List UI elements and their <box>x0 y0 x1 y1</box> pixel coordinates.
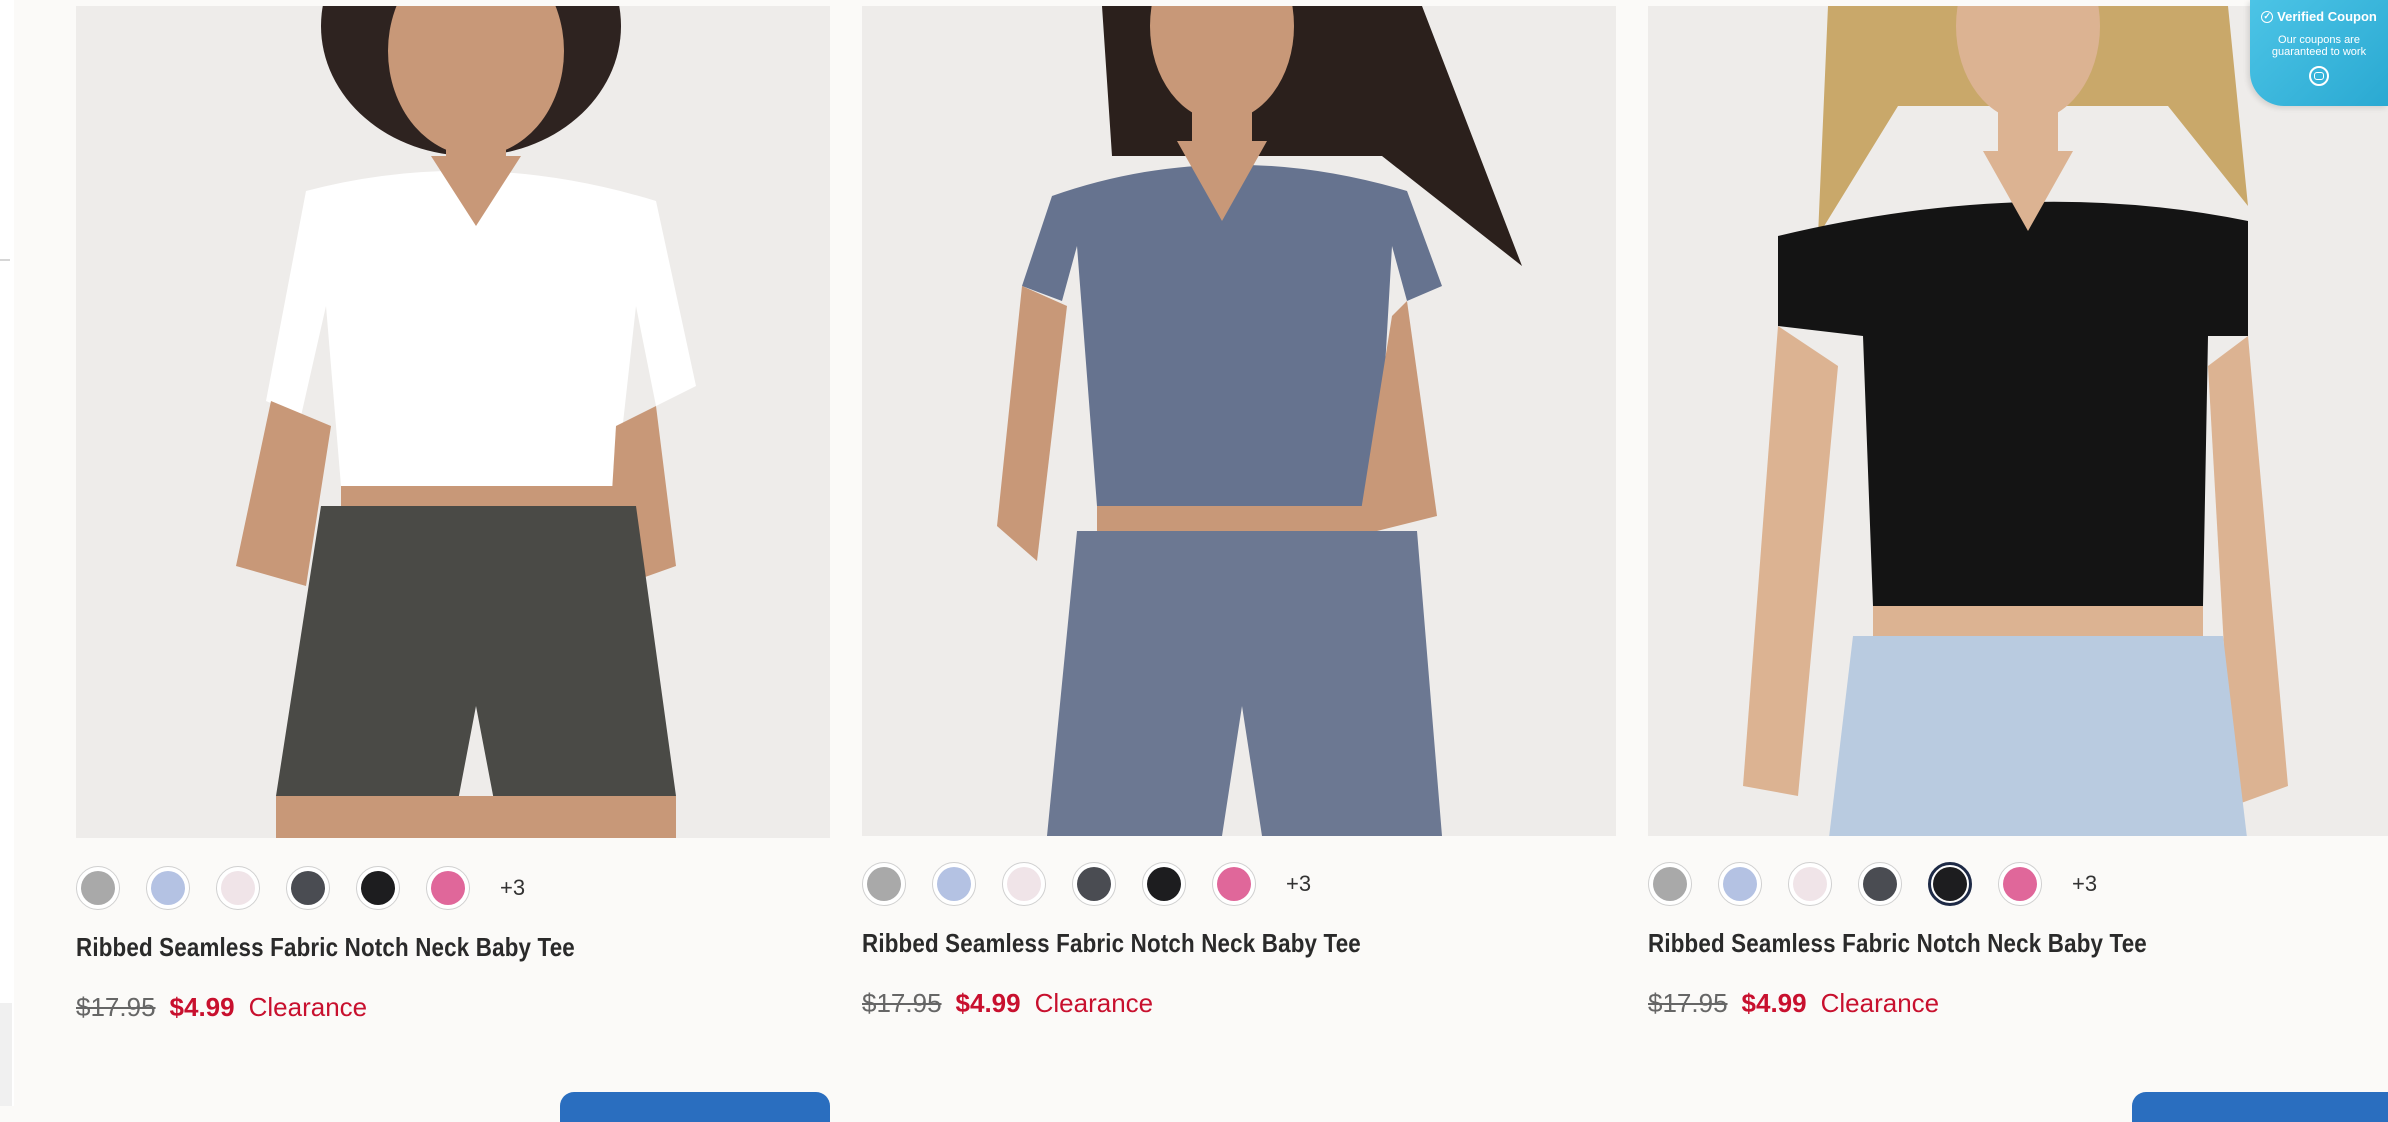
sale-price: $4.99 <box>169 992 235 1022</box>
add-to-bag-button[interactable] <box>560 1092 830 1122</box>
swatch-charcoal[interactable] <box>1858 862 1902 906</box>
edge-panel <box>0 1003 12 1106</box>
product-name[interactable]: Ribbed Seamless Fabric Notch Neck Baby T… <box>862 928 1361 959</box>
color-swatches: +3 <box>862 860 1311 908</box>
product-card[interactable]: +3 Ribbed Seamless Fabric Notch Neck Bab… <box>76 0 830 1122</box>
sale-price: $4.99 <box>955 988 1021 1018</box>
swatch-light-pink[interactable] <box>216 866 260 910</box>
swatch-black-selected[interactable] <box>1928 862 1972 906</box>
swatch-charcoal[interactable] <box>1072 862 1116 906</box>
product-card[interactable]: +3 Ribbed Seamless Fabric Notch Neck Bab… <box>862 0 1616 1106</box>
color-swatches: +3 <box>1648 860 2097 908</box>
clearance-tag: Clearance <box>1820 988 1940 1018</box>
product-image[interactable] <box>76 6 830 838</box>
swatch-gray[interactable] <box>1648 862 1692 906</box>
check-circle-icon: ✓ <box>2261 10 2274 23</box>
swatch-black[interactable] <box>356 866 400 910</box>
more-colors-link[interactable]: +3 <box>1286 871 1311 897</box>
swatch-gray[interactable] <box>76 866 120 910</box>
swatch-black[interactable] <box>1142 862 1186 906</box>
color-swatches: +3 <box>76 864 525 912</box>
chat-icon[interactable] <box>2309 66 2329 86</box>
clearance-tag: Clearance <box>248 992 368 1022</box>
original-price: $17.95 <box>76 992 156 1022</box>
clearance-tag: Clearance <box>1034 988 1154 1018</box>
swatch-pink[interactable] <box>1212 862 1256 906</box>
coupon-title: Verified Coupon <box>2277 9 2377 24</box>
model-figure <box>1743 6 2288 836</box>
price-row: $17.95 $4.99 Clearance <box>862 988 1153 1019</box>
swatch-light-pink[interactable] <box>1002 862 1046 906</box>
original-price: $17.95 <box>862 988 942 1018</box>
original-price: $17.95 <box>1648 988 1728 1018</box>
product-name[interactable]: Ribbed Seamless Fabric Notch Neck Baby T… <box>1648 928 2147 959</box>
left-edge <box>0 0 14 1106</box>
swatch-pink[interactable] <box>426 866 470 910</box>
price-row: $17.95 $4.99 Clearance <box>76 992 367 1023</box>
model-figure <box>997 6 1522 836</box>
model-figure <box>236 6 696 838</box>
add-to-bag-button[interactable] <box>2132 1092 2388 1122</box>
edge-tick <box>0 259 10 261</box>
price-row: $17.95 $4.99 Clearance <box>1648 988 1939 1019</box>
more-colors-link[interactable]: +3 <box>2072 871 2097 897</box>
swatch-charcoal[interactable] <box>286 866 330 910</box>
product-card[interactable]: +3 Ribbed Seamless Fabric Notch Neck Bab… <box>1648 0 2388 1122</box>
product-image[interactable] <box>862 6 1616 836</box>
swatch-light-blue[interactable] <box>932 862 976 906</box>
coupon-title-row: ✓ Verified Coupon <box>2250 9 2388 24</box>
swatch-light-pink[interactable] <box>1788 862 1832 906</box>
verified-coupon-widget[interactable]: ✓ Verified Coupon Our coupons are guaran… <box>2250 0 2388 106</box>
swatch-light-blue[interactable] <box>1718 862 1762 906</box>
more-colors-link[interactable]: +3 <box>500 875 525 901</box>
sale-price: $4.99 <box>1741 988 1807 1018</box>
product-name[interactable]: Ribbed Seamless Fabric Notch Neck Baby T… <box>76 932 575 963</box>
swatch-gray[interactable] <box>862 862 906 906</box>
swatch-pink[interactable] <box>1998 862 2042 906</box>
swatch-light-blue[interactable] <box>146 866 190 910</box>
product-image[interactable] <box>1648 6 2388 836</box>
coupon-subtitle: Our coupons are guaranteed to work <box>2271 34 2367 58</box>
